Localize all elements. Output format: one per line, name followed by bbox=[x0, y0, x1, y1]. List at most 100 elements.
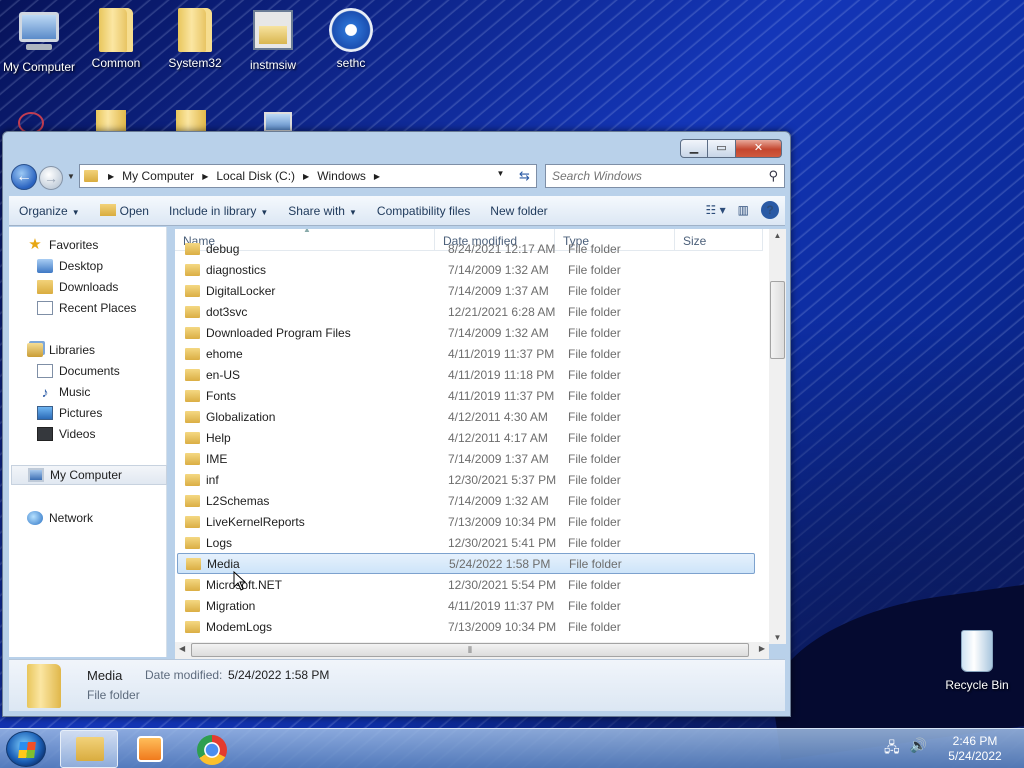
preview-pane-icon[interactable]: ▥ bbox=[738, 203, 749, 217]
scroll-thumb[interactable] bbox=[770, 281, 785, 359]
nav-network[interactable]: Network bbox=[27, 508, 183, 528]
table-row[interactable]: Migration 4/11/2019 11:37 PM File folder bbox=[177, 595, 755, 616]
table-row[interactable]: Help 4/12/2011 4:17 AM File folder bbox=[177, 427, 755, 448]
row-type: File folder bbox=[568, 598, 621, 613]
table-row[interactable]: ehome 4/11/2019 11:37 PM File folder bbox=[177, 343, 755, 364]
nav-libraries[interactable]: Libraries bbox=[27, 340, 183, 360]
row-type: File folder bbox=[568, 430, 621, 445]
folder-icon bbox=[185, 578, 200, 591]
search-box[interactable]: ⚲ bbox=[545, 164, 785, 188]
desktop-icon-recycle-bin[interactable]: Recycle Bin bbox=[940, 630, 1014, 692]
minimize-button[interactable]: ▁ bbox=[680, 139, 708, 158]
new-folder-button[interactable]: New folder bbox=[480, 204, 557, 218]
share-with-button[interactable]: Share with ▼ bbox=[278, 204, 367, 218]
breadcrumb-windows[interactable]: Windows bbox=[317, 169, 366, 183]
table-row[interactable]: L2Schemas 7/14/2009 1:32 AM File folder bbox=[177, 490, 755, 511]
scroll-right-icon[interactable]: ▶ bbox=[759, 644, 765, 653]
desktop-icon-system32[interactable]: System32 bbox=[156, 8, 234, 70]
back-button[interactable]: ← bbox=[11, 164, 37, 190]
table-row[interactable]: Fonts 4/11/2019 11:37 PM File folder bbox=[177, 385, 755, 406]
folder-icon bbox=[185, 305, 200, 318]
open-button[interactable]: Open bbox=[90, 203, 159, 218]
command-bar: Organize ▼ Open Include in library ▼ Share… bbox=[9, 196, 785, 226]
table-row[interactable]: Media 5/24/2022 1:58 PM File folder bbox=[177, 553, 755, 574]
folder-icon bbox=[185, 599, 200, 612]
nav-music[interactable]: ♪ Music bbox=[37, 382, 193, 402]
taskbar-explorer-button[interactable] bbox=[60, 730, 118, 768]
chevron-right-icon[interactable]: ▶ bbox=[374, 172, 380, 181]
table-row[interactable]: IME 7/14/2009 1:37 AM File folder bbox=[177, 448, 755, 469]
nav-documents[interactable]: Documents bbox=[37, 361, 193, 381]
volume-icon[interactable]: 🔊 bbox=[910, 737, 927, 761]
row-date-modified: 4/11/2019 11:37 PM bbox=[448, 388, 555, 403]
table-row[interactable]: DigitalLocker 7/14/2009 1:37 AM File folde… bbox=[177, 280, 755, 301]
scroll-up-icon[interactable]: ▲ bbox=[769, 231, 786, 240]
row-type: File folder bbox=[568, 388, 621, 403]
nav-videos[interactable]: Videos bbox=[37, 424, 193, 444]
table-row[interactable]: diagnostics 7/14/2009 1:32 AM File folder bbox=[177, 259, 755, 280]
table-row[interactable]: en-US 4/11/2019 11:18 PM File folder bbox=[177, 364, 755, 385]
help-icon[interactable]: ? bbox=[761, 201, 779, 219]
include-in-library-button[interactable]: Include in library ▼ bbox=[159, 204, 278, 218]
chevron-right-icon[interactable]: ▶ bbox=[108, 172, 114, 181]
scroll-thumb[interactable]: ⦀ bbox=[191, 643, 749, 657]
nav-label: Favorites bbox=[49, 238, 99, 252]
row-date-modified: 12/21/2021 6:28 AM bbox=[448, 304, 556, 319]
nav-label: Recent Places bbox=[59, 301, 137, 315]
nav-label: Network bbox=[49, 511, 94, 525]
row-type: File folder bbox=[568, 283, 621, 298]
network-status-icon[interactable]: 🖧 bbox=[884, 737, 900, 761]
recent-pages-dropdown[interactable]: ▼ bbox=[67, 172, 75, 181]
address-bar[interactable]: ▶ My Computer ▶ Local Disk (C:) ▶ Window… bbox=[79, 164, 537, 188]
desktop-icon-sethc[interactable]: sethc bbox=[312, 8, 390, 70]
taskbar-media-player-button[interactable] bbox=[120, 730, 178, 768]
table-row[interactable]: Logs 12/30/2021 5:41 PM File folder bbox=[177, 532, 755, 553]
table-row[interactable]: debug 8/24/2021 12:17 AM File folder bbox=[177, 238, 755, 259]
folder-icon bbox=[185, 452, 200, 465]
row-date-modified: 12/30/2021 5:41 PM bbox=[448, 535, 557, 550]
row-date-modified: 7/14/2009 1:37 AM bbox=[448, 451, 549, 466]
breadcrumb-local-disk[interactable]: Local Disk (C:) bbox=[216, 169, 295, 183]
table-row[interactable]: Microsoft.NET 12/30/2021 5:54 PM File fold… bbox=[177, 574, 755, 595]
chevron-right-icon[interactable]: ▶ bbox=[202, 172, 208, 181]
downloads-icon bbox=[37, 280, 53, 294]
nav-favorites[interactable]: ★ Favorites bbox=[27, 235, 183, 255]
table-row[interactable]: Globalization 4/12/2011 4:30 AM File folde… bbox=[177, 406, 755, 427]
forward-button[interactable]: → bbox=[39, 166, 63, 190]
scroll-left-icon[interactable]: ◀ bbox=[179, 644, 185, 653]
computer-icon[interactable] bbox=[264, 112, 292, 132]
table-row[interactable]: dot3svc 12/21/2021 6:28 AM File folder bbox=[177, 301, 755, 322]
compatibility-files-button[interactable]: Compatibility files bbox=[367, 204, 480, 218]
horizontal-scrollbar[interactable]: ◀ ⦀ ▶ bbox=[175, 642, 769, 659]
chevron-right-icon[interactable]: ▶ bbox=[303, 172, 309, 181]
taskbar-chrome-button[interactable] bbox=[182, 730, 240, 768]
table-row[interactable]: ModemLogs 7/13/2009 10:34 PM File folder bbox=[177, 616, 755, 637]
nav-recent-places[interactable]: Recent Places bbox=[37, 298, 193, 318]
breadcrumb-my-computer[interactable]: My Computer bbox=[122, 169, 194, 183]
nav-desktop[interactable]: Desktop bbox=[37, 256, 193, 276]
desktop-icon-instmsiw[interactable]: instmsiw bbox=[234, 8, 312, 72]
table-row[interactable]: inf 12/30/2021 5:37 PM File folder bbox=[177, 469, 755, 490]
row-type: File folder bbox=[569, 556, 622, 571]
start-button[interactable] bbox=[6, 731, 46, 767]
organize-button[interactable]: Organize ▼ bbox=[9, 204, 90, 218]
nav-pictures[interactable]: Pictures bbox=[37, 403, 193, 423]
close-button[interactable]: ✕ bbox=[736, 139, 782, 158]
desktop-icon-my-computer[interactable]: My Computer bbox=[0, 8, 78, 74]
row-date-modified: 4/11/2019 11:37 PM bbox=[448, 598, 555, 613]
vertical-scrollbar[interactable]: ▲ ▼ bbox=[769, 229, 786, 644]
nav-my-computer[interactable]: My Computer bbox=[11, 465, 167, 485]
search-input[interactable] bbox=[552, 169, 752, 183]
search-icon[interactable]: ⚲ bbox=[768, 168, 778, 184]
desktop-icon-common[interactable]: Common bbox=[77, 8, 155, 70]
maximize-button[interactable]: ▭ bbox=[708, 139, 736, 158]
nav-downloads[interactable]: Downloads bbox=[37, 277, 193, 297]
table-row[interactable]: Downloaded Program Files 7/14/2009 1:32 A… bbox=[177, 322, 755, 343]
view-options-icon[interactable]: ☷ ▾ bbox=[706, 203, 726, 217]
address-dropdown-button[interactable]: ▼ bbox=[487, 165, 515, 183]
scroll-down-icon[interactable]: ▼ bbox=[769, 633, 786, 642]
clock[interactable]: 2:46 PM 5/24/2022 bbox=[940, 734, 1010, 764]
table-row[interactable]: LiveKernelReports 7/13/2009 10:34 PM File … bbox=[177, 511, 755, 532]
refresh-button[interactable]: ⇆ bbox=[513, 164, 537, 188]
row-type: File folder bbox=[568, 619, 621, 634]
